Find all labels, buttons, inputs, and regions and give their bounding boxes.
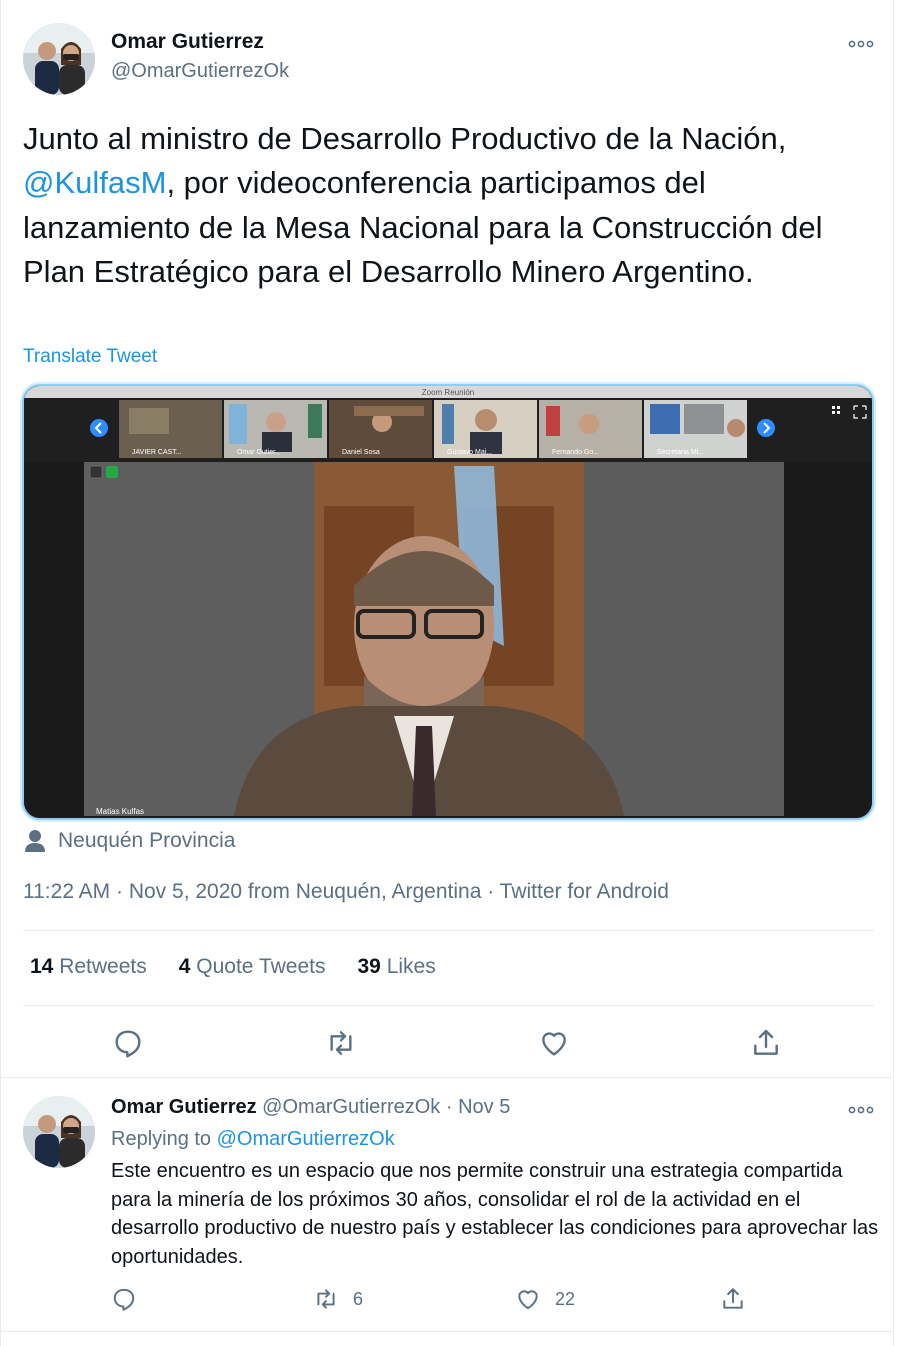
reply-retweet-count: 6 [353, 1288, 364, 1309]
avatar-photo [23, 1096, 95, 1168]
avatar-photo [23, 23, 95, 95]
like-icon-glyph [542, 1032, 566, 1056]
participant-label: Omar Gutier... [237, 449, 281, 456]
more-icon-glyph [848, 40, 874, 48]
replying-to-label: Replying to [111, 1128, 212, 1150]
share-icon[interactable] [750, 1027, 782, 1059]
tweet-text: Junto al ministro de Desarrollo Producti… [23, 117, 873, 294]
more-icon[interactable] [848, 1098, 874, 1118]
reply-author-name[interactable]: Omar Gutierrez [111, 1096, 257, 1118]
likes-stat[interactable]: 39 Likes [357, 955, 435, 979]
reply-action-retweet[interactable]: 6 [313, 1286, 363, 1312]
quote-tweets-label: Quote Tweets [196, 955, 326, 978]
participant-label: Daniel Sosa [342, 449, 380, 456]
likes-label: Likes [386, 955, 436, 978]
retweets-count: 14 [30, 955, 54, 978]
divider [23, 930, 874, 931]
likes-count: 39 [357, 955, 381, 978]
like-icon [518, 1290, 538, 1310]
translate-tweet-link[interactable]: Translate Tweet [23, 346, 157, 368]
location-label[interactable]: Neuquén Provincia [58, 829, 235, 853]
divider [23, 1005, 874, 1006]
more-icon-glyph [848, 1106, 874, 1114]
reply-action-reply[interactable] [111, 1286, 137, 1312]
replying-to-handle[interactable]: @OmarGutierrezOk [217, 1128, 395, 1150]
zoom-screenshot: Zoom Reunión JAVIER CAST... Omar Gutier.… [24, 386, 872, 818]
author-handle[interactable]: @OmarGutierrezOk [111, 60, 289, 83]
reply-action-like[interactable]: 22 [515, 1286, 575, 1312]
participant-label: JAVIER CAST... [132, 449, 182, 456]
reply-text: Este encuentro es un espacio que nos per… [111, 1160, 879, 1268]
author-name[interactable]: Omar Gutierrez [111, 30, 264, 54]
reply-avatar[interactable] [23, 1096, 95, 1168]
quote-tweets-count: 4 [178, 955, 191, 978]
column-left-border [0, 0, 1, 1346]
avatar[interactable] [23, 23, 95, 95]
tweet-text-part-1: Junto al ministro de Desarrollo Producti… [23, 121, 787, 156]
reply-header: Omar Gutierrez @OmarGutierrezOk · Nov 5 [111, 1096, 510, 1119]
reply-icon[interactable] [112, 1027, 144, 1059]
tweet-media-image[interactable]: Zoom Reunión JAVIER CAST... Omar Gutier.… [22, 384, 874, 820]
reply-date[interactable]: Nov 5 [458, 1096, 510, 1118]
tweet-page: Omar Gutierrez @OmarGutierrezOk Junto al… [0, 0, 902, 1346]
bottom-divider [0, 1331, 893, 1332]
reply-icon-glyph [115, 1030, 141, 1058]
like-icon[interactable] [538, 1027, 570, 1059]
retweet-icon[interactable] [325, 1027, 357, 1059]
retweet-icon [317, 1289, 335, 1309]
participant-label: Secretaria Mi... [657, 449, 704, 456]
tweet-stats: 14 Retweets 4 Quote Tweets 39 Likes [30, 955, 436, 979]
participant-label: Fernando Go... [552, 449, 599, 456]
replying-to: Replying to @OmarGutierrezOk [111, 1128, 395, 1151]
speaker-name-label: Matias Kulfas [96, 807, 144, 816]
share-icon [723, 1288, 743, 1309]
quote-tweets-stat[interactable]: 4 Quote Tweets [179, 955, 326, 979]
reply-like-count: 22 [555, 1288, 576, 1309]
tweet-separator [0, 1077, 893, 1078]
location-tag[interactable]: Neuquén Provincia [24, 829, 235, 853]
share-icon-glyph [754, 1029, 778, 1055]
retweets-label: Retweets [59, 955, 147, 978]
reply-icon [113, 1288, 135, 1311]
reply-header-separator: · [445, 1096, 453, 1118]
more-icon[interactable] [848, 32, 874, 52]
reply-author-handle[interactable]: @OmarGutierrezOk [262, 1096, 440, 1118]
zoom-window-title: Zoom Reunión [422, 388, 474, 397]
reply-action-share[interactable] [720, 1286, 746, 1312]
mention-link[interactable]: @KulfasM [23, 165, 166, 200]
column-right-border [893, 0, 894, 1346]
tweet-timestamp-source[interactable]: 11:22 AM · Nov 5, 2020 from Neuquén, Arg… [23, 880, 669, 904]
participant-label: Gustavo Mai... [447, 449, 492, 456]
retweets-stat[interactable]: 14 Retweets [30, 955, 147, 979]
person-location-icon [25, 830, 45, 852]
retweet-icon-glyph [330, 1031, 352, 1055]
